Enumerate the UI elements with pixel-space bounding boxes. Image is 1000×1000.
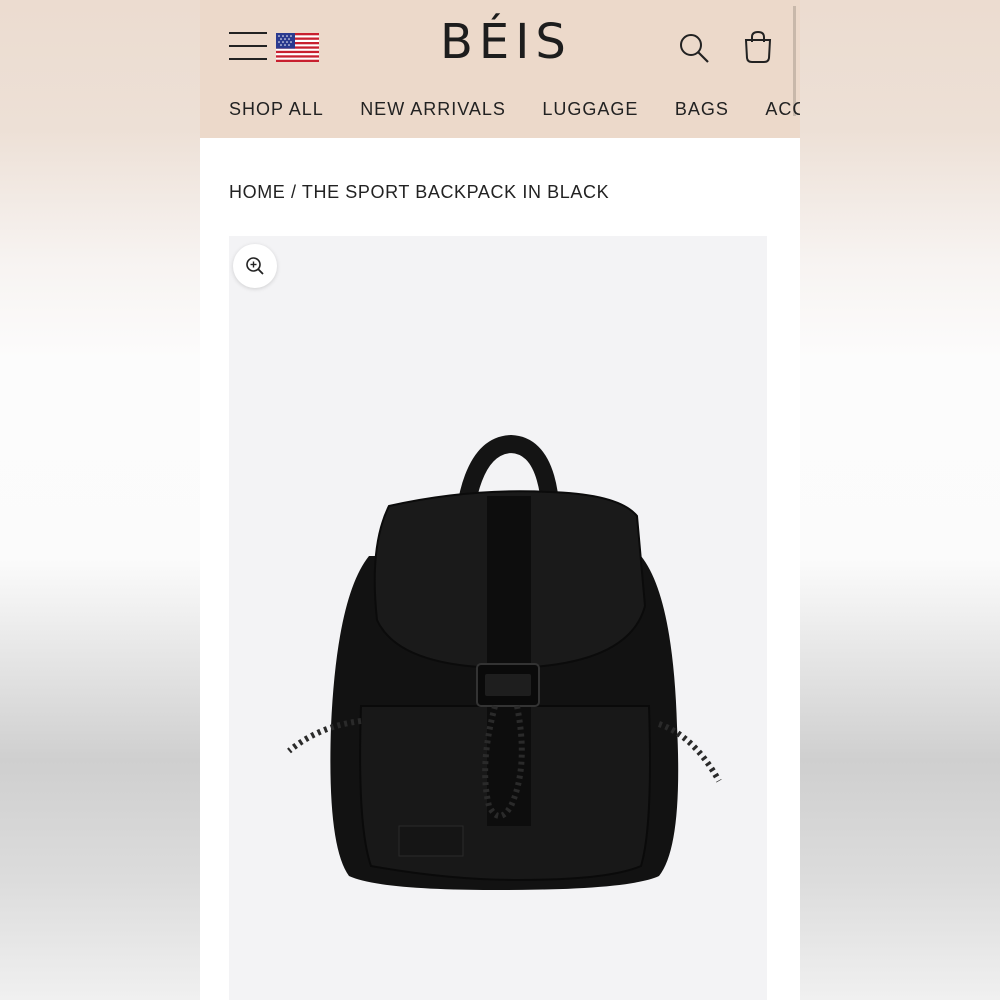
nav-item-accessories[interactable]: ACCES <box>765 99 800 120</box>
nav-item-luggage[interactable]: LUGGAGE <box>542 99 638 120</box>
search-icon[interactable] <box>678 32 710 64</box>
product-image-backpack <box>287 434 722 890</box>
brand-logo[interactable]: BÉIS <box>440 14 566 70</box>
shopping-bag-icon[interactable] <box>742 30 774 64</box>
nav-item-shop-all[interactable]: SHOP ALL <box>229 99 324 120</box>
backpack-logo-patch <box>398 825 464 857</box>
backdrop-left <box>0 0 200 1000</box>
backdrop-right <box>800 0 1000 1000</box>
nav-item-bags[interactable]: BAGS <box>675 99 729 120</box>
main-nav: SHOP ALL NEW ARRIVALS LUGGAGE BAGS ACCES <box>229 99 800 120</box>
site-header: BÉIS SHOP ALL NEW ARRIVALS LUGGAGE BAGS … <box>200 0 800 138</box>
breadcrumb-current: THE SPORT BACKPACK IN BLACK <box>301 182 610 202</box>
backpack-strap <box>487 496 531 826</box>
zoom-button[interactable] <box>233 244 277 288</box>
mobile-page: BÉIS SHOP ALL NEW ARRIVALS LUGGAGE BAGS … <box>200 0 800 1000</box>
breadcrumb-home-link[interactable]: HOME <box>229 182 285 202</box>
breadcrumb: HOME / THE SPORT BACKPACK IN BLACK <box>229 182 609 203</box>
nav-item-new-arrivals[interactable]: NEW ARRIVALS <box>360 99 506 120</box>
us-flag-icon[interactable] <box>276 33 319 62</box>
product-image-frame[interactable] <box>229 236 767 1000</box>
zoom-in-icon <box>246 257 264 275</box>
breadcrumb-separator: / <box>285 182 302 202</box>
hamburger-menu-icon[interactable] <box>229 30 267 62</box>
